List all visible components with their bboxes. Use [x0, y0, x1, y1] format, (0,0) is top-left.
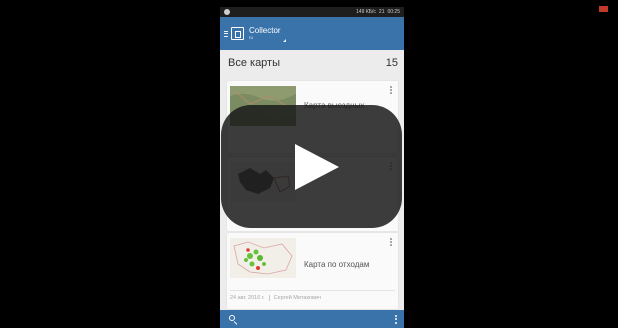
battery-level: 21 [378, 9, 385, 15]
more-vert-icon[interactable] [390, 238, 392, 246]
app-subtitle: ru [249, 35, 254, 40]
net-speed: 149 КБ/с [356, 9, 376, 15]
video-frame: 149 КБ/с 21 00:25 Collector ru Все карты… [0, 0, 618, 328]
status-bar: 149 КБ/с 21 00:25 [220, 7, 404, 17]
list-count: 15 [385, 57, 398, 69]
dropdown-corner-icon [283, 39, 286, 42]
waste-map-image [230, 238, 296, 278]
list-label: Все карты [228, 57, 281, 69]
map-thumbnail [230, 238, 296, 278]
map-card-title: Карта по отходам [304, 260, 370, 269]
drawer-icon[interactable] [224, 30, 228, 37]
status-time: 00:25 [387, 9, 400, 15]
map-card-author: Сергей Митакович [273, 294, 321, 301]
map-card-footer: 24 авг. 2016 г. Сергей Митакович [230, 290, 395, 304]
app-bar: Collector ru [220, 17, 404, 50]
flag-icon [599, 6, 608, 12]
notification-icon [224, 9, 230, 15]
divider [268, 294, 270, 301]
search-icon[interactable] [229, 314, 238, 325]
video-play-button[interactable] [221, 105, 402, 228]
app-title-group[interactable]: Collector ru [249, 26, 281, 41]
collector-logo-icon [231, 27, 244, 40]
map-card-date: 24 авг. 2016 г. [230, 294, 265, 301]
status-right: 149 КБ/с 21 00:25 [356, 7, 400, 17]
app-title: Collector [249, 26, 281, 35]
status-left-icons [224, 9, 230, 15]
bottom-bar [220, 310, 404, 328]
more-vert-icon[interactable] [390, 86, 392, 94]
more-vert-icon[interactable] [395, 314, 397, 324]
play-icon [294, 143, 339, 190]
map-card[interactable]: Карта по отходам 24 авг. 2016 г. Сергей … [227, 233, 398, 309]
list-header: Все карты 15 [220, 50, 404, 76]
